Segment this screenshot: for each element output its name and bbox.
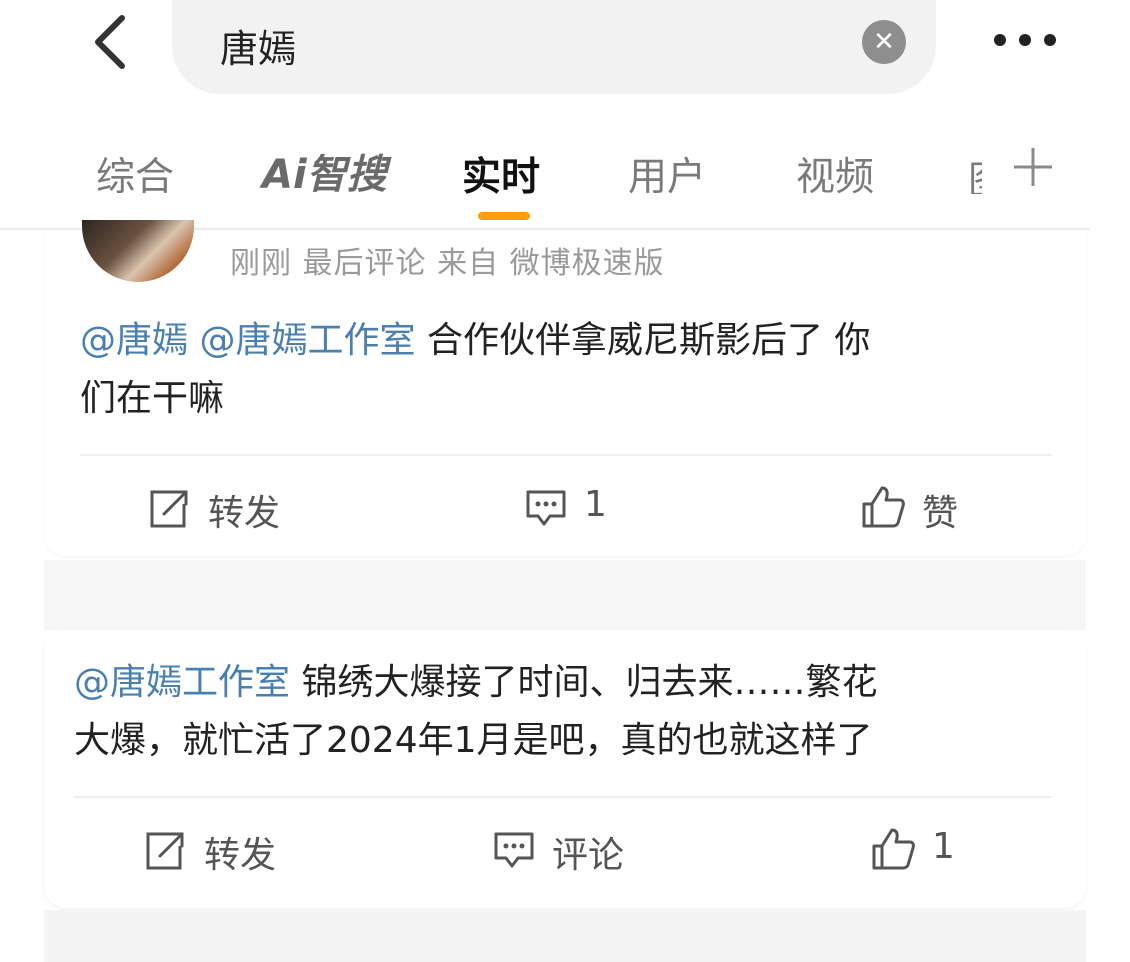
like-icon	[862, 486, 905, 528]
search-bar[interactable]: 唐嫣 ✕	[172, 0, 936, 94]
post-body-line: 大爆，就忙活了2024年1月是吧，真的也就这样了	[74, 720, 873, 761]
mention-link[interactable]: @唐嫣	[80, 320, 188, 361]
like-count: 1	[932, 826, 955, 867]
repost-icon	[146, 832, 184, 870]
search-input[interactable]: 唐嫣	[220, 18, 296, 73]
divider	[74, 796, 1052, 798]
post-body-line: 们在干嘛	[80, 378, 225, 419]
mention-link[interactable]: @唐嫣工作室	[199, 320, 415, 361]
next-card-placeholder	[44, 910, 1086, 962]
post-body-line: 锦绣大爆接了时间、归去来……繁花	[301, 662, 878, 703]
mention-link[interactable]: @唐嫣工作室	[74, 662, 290, 703]
repost-label: 转发	[208, 493, 281, 534]
comment-label: 评论	[552, 835, 625, 876]
comment-count: 1	[584, 484, 607, 525]
active-tab-indicator	[478, 212, 530, 220]
top-bar: 唐嫣 ✕	[0, 0, 1130, 100]
tab-ai-search[interactable]: Ai智搜	[262, 142, 387, 200]
tab-videos[interactable]: 视频	[796, 146, 874, 202]
post-body-line: 合作伙伴拿威尼斯影后了 你	[426, 320, 871, 361]
repost-icon	[150, 490, 188, 528]
divider	[80, 454, 1052, 456]
like-label: 赞	[922, 493, 959, 534]
tab-users[interactable]: 用户	[628, 146, 706, 202]
comment-icon	[526, 490, 566, 526]
comment-icon	[494, 832, 534, 868]
card-separator	[44, 560, 1086, 630]
post-meta: 刚刚 最后评论 来自 微博极速版	[230, 246, 665, 281]
back-arrow-icon[interactable]	[84, 10, 144, 70]
plus-icon[interactable]	[1010, 144, 1056, 190]
tab-bar: 综合 Ai智搜 实时 用户 视频 图	[0, 120, 1130, 220]
tab-overflow[interactable]: 图	[968, 150, 982, 194]
post-text: @唐嫣 @唐嫣工作室 合作伙伴拿威尼斯影后了 你 们在干嘛	[80, 312, 870, 428]
tab-realtime[interactable]: 实时	[462, 146, 540, 202]
tab-comprehensive[interactable]: 综合	[96, 146, 174, 202]
more-icon[interactable]	[990, 18, 1060, 62]
repost-label: 转发	[204, 835, 277, 876]
like-icon	[872, 828, 915, 870]
clear-icon[interactable]: ✕	[862, 20, 906, 64]
post-text: @唐嫣工作室 锦绣大爆接了时间、归去来……繁花 大爆，就忙活了2024年1月是吧…	[74, 654, 1064, 770]
